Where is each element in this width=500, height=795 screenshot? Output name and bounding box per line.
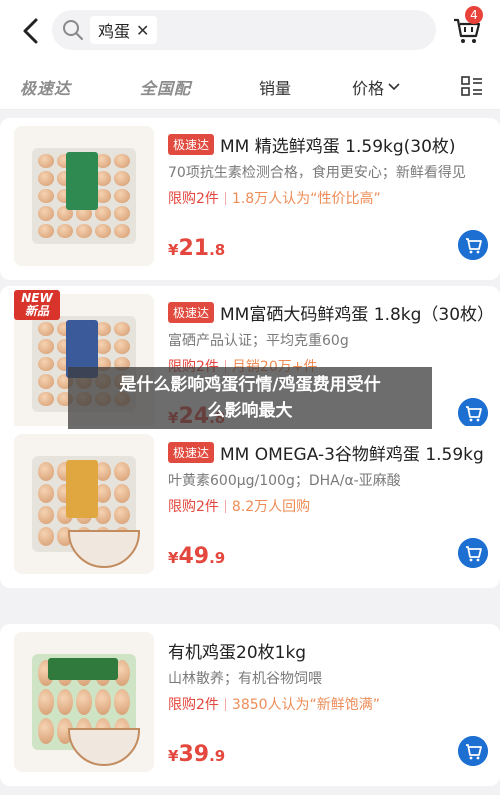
search-bar[interactable]: 鸡蛋 ✕ (52, 10, 436, 50)
add-to-cart-button[interactable] (458, 398, 488, 428)
product-title[interactable]: 有机鸡蛋20枚1kg (168, 638, 484, 663)
add-to-cart-button[interactable] (458, 538, 488, 568)
product-hint: 1.8万人认为“性价比高” (231, 191, 381, 207)
product-image[interactable] (14, 632, 154, 772)
product-title-text: MM 精选鲜鸡蛋 1.59kg(30枚) (220, 137, 456, 157)
fast-delivery-tag: 极速达 (168, 302, 215, 323)
product-image[interactable] (14, 434, 154, 574)
add-to-cart-button[interactable] (458, 736, 488, 766)
product-hint: 8.2万人回购 (231, 499, 311, 515)
cart-count-badge: 4 (465, 6, 483, 24)
purchase-limit: 限购2件 (168, 697, 219, 713)
divider (224, 499, 226, 513)
chevron-down-icon (388, 83, 400, 91)
purchase-limit: 限购2件 (168, 499, 219, 515)
divider (224, 697, 226, 711)
search-icon (63, 20, 83, 40)
product-title-text: MM富硒大码鲜鸡蛋 1.8kg（30枚） (220, 305, 484, 325)
product-title[interactable]: 极速达 MM 精选鲜鸡蛋 1.59kg(30枚) (168, 132, 484, 157)
product-card[interactable]: 有机鸡蛋20枚1kg 山林散养；有机谷物饲喂 限购2件 3850人认为“新鲜饱满… (0, 624, 500, 786)
product-desc: 70项抗生素检测合格，食用更安心；新鲜看得见 (168, 165, 466, 181)
product-promo: 限购2件 1.8万人认为“性价比高” (168, 188, 381, 208)
product-promo: 限购2件 3850人认为“新鲜饱满” (168, 694, 380, 714)
product-price: ¥39.9 (168, 742, 226, 767)
overlay-line-2: 么影响最大 (207, 401, 293, 421)
product-card[interactable]: 极速达 MM OMEGA-3谷物鲜鸡蛋 1.59kg(30枚) 叶黄素600μg… (0, 426, 500, 588)
back-arrow-icon[interactable] (18, 16, 44, 46)
add-to-cart-button[interactable] (458, 230, 488, 260)
purchase-limit: 限购2件 (168, 191, 219, 207)
new-product-badge: NEW 新品 (14, 290, 60, 320)
product-desc: 富硒产品认证；平均克重60g (168, 333, 349, 349)
product-title-text: MM OMEGA-3谷物鲜鸡蛋 1.59kg(30枚) (220, 445, 484, 465)
clear-keyword-icon[interactable]: ✕ (136, 21, 149, 40)
filter-bar: 极速达 全国配 销量 价格 (0, 62, 500, 110)
fast-delivery-tag: 极速达 (168, 442, 215, 463)
product-desc: 山林散养；有机谷物饲喂 (168, 671, 322, 687)
product-title[interactable]: 极速达 MM OMEGA-3谷物鲜鸡蛋 1.59kg(30枚) (168, 440, 484, 465)
search-keyword-chip[interactable]: 鸡蛋 ✕ (90, 16, 158, 44)
overlay-line-1: 是什么影响鸡蛋行情/鸡蛋费用受什 (119, 375, 381, 395)
product-title-text: 有机鸡蛋20枚1kg (168, 643, 307, 663)
fast-delivery-tag: 极速达 (168, 134, 215, 155)
filter-fast-delivery[interactable]: 极速达 (20, 75, 71, 99)
product-price: ¥21.8 (168, 236, 226, 261)
divider (224, 191, 226, 205)
product-card[interactable]: 极速达 MM 精选鲜鸡蛋 1.59kg(30枚) 70项抗生素检测合格，食用更安… (0, 118, 500, 280)
article-title-overlay: 是什么影响鸡蛋行情/鸡蛋费用受什 么影响最大 (68, 367, 432, 429)
product-desc: 叶黄素600μg/100g；DHA/α-亚麻酸 (168, 473, 401, 489)
search-keyword-text: 鸡蛋 (98, 22, 131, 41)
filter-nationwide[interactable]: 全国配 (140, 75, 191, 99)
product-title[interactable]: 极速达 MM富硒大码鲜鸡蛋 1.8kg（30枚） (168, 300, 484, 325)
filter-price-label: 价格 (352, 79, 385, 98)
product-price: ¥49.9 (168, 544, 226, 569)
product-hint: 3850人认为“新鲜饱满” (231, 697, 381, 713)
filter-price[interactable]: 价格 (352, 75, 400, 99)
top-bar: 鸡蛋 ✕ 4 (0, 0, 500, 62)
filter-sales[interactable]: 销量 (259, 75, 291, 99)
product-image[interactable] (14, 126, 154, 266)
layout-toggle-icon[interactable] (461, 75, 483, 97)
product-promo: 限购2件 8.2万人回购 (168, 496, 310, 516)
